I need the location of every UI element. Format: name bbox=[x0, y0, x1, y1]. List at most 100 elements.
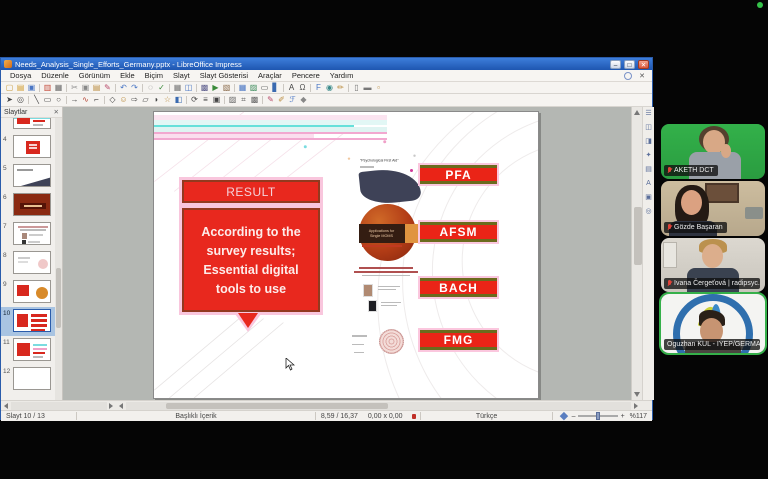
insert-line-icon[interactable]: ╲ bbox=[31, 95, 42, 105]
slide-thumbnail-4[interactable]: 4 bbox=[1, 133, 56, 162]
navigator-icon[interactable]: ◎ bbox=[645, 208, 651, 216]
insert-media-icon[interactable]: ▭ bbox=[259, 83, 270, 93]
maximize-button[interactable]: □ bbox=[624, 59, 635, 69]
participant-tile-oguzhan[interactable]: Oguzhan KUL - IYEP/GERMA... bbox=[659, 292, 767, 355]
slide-thumbnail-6[interactable]: 6 bbox=[1, 191, 56, 220]
insert-chart-icon[interactable]: ▋ bbox=[270, 83, 281, 93]
save-icon[interactable]: ▣ bbox=[26, 83, 37, 93]
insert-image-icon[interactable]: ▨ bbox=[248, 83, 259, 93]
basic-shapes-icon[interactable]: ◇ bbox=[107, 95, 118, 105]
animation-icon[interactable]: ✦ bbox=[646, 152, 652, 160]
special-character-icon[interactable]: Ω bbox=[297, 83, 308, 93]
curve-icon[interactable]: ∿ bbox=[80, 95, 91, 105]
slide-thumbnail-11[interactable]: 11 bbox=[1, 336, 56, 365]
menu-slayt[interactable]: Slayt bbox=[168, 71, 195, 80]
status-language[interactable]: Türkçe bbox=[421, 413, 552, 420]
slide-page[interactable]: RESULT According to the survey results; … bbox=[153, 111, 539, 399]
pfa-label-bar[interactable]: PFA bbox=[420, 165, 497, 184]
insert-table-icon[interactable]: ▦ bbox=[237, 83, 248, 93]
afsm-label-bar[interactable]: AFSM bbox=[420, 222, 497, 242]
sidebar-settings-icon[interactable]: ☰ bbox=[645, 110, 651, 118]
menu-yardım[interactable]: Yardım bbox=[325, 71, 359, 80]
arrange-icon[interactable]: ▣ bbox=[211, 95, 222, 105]
styles-icon[interactable]: A bbox=[646, 180, 651, 188]
help-icon[interactable] bbox=[624, 71, 633, 80]
canvas-scroll-left-icon[interactable] bbox=[119, 403, 123, 409]
shadow-icon[interactable]: ▨ bbox=[227, 95, 238, 105]
ellipse-icon[interactable]: ○ bbox=[53, 95, 64, 105]
properties-icon[interactable]: ◫ bbox=[645, 124, 652, 132]
block-arrows-icon[interactable]: ⇨ bbox=[129, 95, 140, 105]
slide-thumbnail-5[interactable]: 5 bbox=[1, 162, 56, 191]
undo-icon[interactable]: ↶ bbox=[118, 83, 129, 93]
rectangle-icon[interactable]: ▭ bbox=[42, 95, 53, 105]
select-icon[interactable]: ➤ bbox=[4, 95, 15, 105]
panel-hscroll-track[interactable] bbox=[11, 402, 107, 410]
filter-icon[interactable]: ▩ bbox=[249, 95, 260, 105]
crop-icon[interactable]: ⌗ bbox=[238, 95, 249, 105]
fontwork-icon[interactable]: F bbox=[313, 83, 324, 93]
paste-icon[interactable]: ▤ bbox=[91, 83, 102, 93]
participant-tile-gozde[interactable]: Gözde Başaran bbox=[661, 181, 765, 236]
start-slideshow-icon[interactable]: ▶ bbox=[210, 83, 221, 93]
menu-slayt-gösterisi[interactable]: Slayt Gösterisi bbox=[195, 71, 253, 80]
menu-pencere[interactable]: Pencere bbox=[287, 71, 325, 80]
slide-thumbnail-12[interactable]: 12 bbox=[1, 365, 56, 394]
canvas-scroll-right-icon[interactable] bbox=[634, 403, 638, 409]
slide-thumbnail-3[interactable]: 3 bbox=[1, 118, 56, 133]
zoom-out-button[interactable]: – bbox=[572, 413, 576, 420]
align-icon[interactable]: ≡ bbox=[200, 95, 211, 105]
headers-footers-icon[interactable]: ▬ bbox=[362, 83, 373, 93]
print-icon[interactable]: ▦ bbox=[53, 83, 64, 93]
3d-objects-icon[interactable]: ◧ bbox=[173, 95, 184, 105]
copy-icon[interactable]: ▣ bbox=[80, 83, 91, 93]
vertical-scrollbar[interactable] bbox=[631, 107, 642, 400]
cut-icon[interactable]: ✂ bbox=[69, 83, 80, 93]
zoom-slider[interactable] bbox=[578, 412, 618, 420]
zoom-slider-handle[interactable] bbox=[596, 412, 601, 420]
rotate-icon[interactable]: ⟳ bbox=[189, 95, 200, 105]
scroll-up-icon[interactable] bbox=[634, 110, 640, 115]
connector-icon[interactable]: ⌐ bbox=[91, 95, 102, 105]
slide-thumbnail-9[interactable]: 9 bbox=[1, 278, 56, 307]
window-titlebar[interactable]: Needs_Analysis_Single_Efforts_Germany.pp… bbox=[1, 58, 652, 70]
options-icon[interactable]: ▫ bbox=[373, 83, 384, 93]
vertical-scroll-thumb[interactable] bbox=[633, 207, 642, 265]
display-grid-icon[interactable]: ▦ bbox=[172, 83, 183, 93]
slide-panel-close-icon[interactable]: ✕ bbox=[54, 108, 59, 116]
menu-dosya[interactable]: Dosya bbox=[5, 71, 36, 80]
export-pdf-icon[interactable]: ▥ bbox=[42, 83, 53, 93]
gluepoints-icon[interactable]: ✐ bbox=[276, 95, 287, 105]
snap-lines-icon[interactable]: ▯ bbox=[351, 83, 362, 93]
edit-canvas[interactable]: RESULT According to the survey results; … bbox=[63, 107, 631, 400]
insert-textbox-icon[interactable]: A bbox=[286, 83, 297, 93]
participant-tile-aketh[interactable]: AKETH DCT bbox=[661, 124, 765, 179]
extrusion-icon[interactable]: ◆ bbox=[298, 95, 309, 105]
points-icon[interactable]: ✎ bbox=[265, 95, 276, 105]
canvas-hscroll-thumb[interactable] bbox=[166, 403, 388, 409]
menu-ekle[interactable]: Ekle bbox=[115, 71, 140, 80]
menu-görünüm[interactable]: Görünüm bbox=[74, 71, 115, 80]
clone-formatting-icon[interactable]: ✎ bbox=[102, 83, 113, 93]
panel-scroll-right-icon[interactable] bbox=[109, 403, 113, 409]
panel-scroll-left-icon[interactable] bbox=[4, 403, 8, 409]
flowchart-icon[interactable]: ▱ bbox=[140, 95, 151, 105]
minimize-button[interactable]: – bbox=[610, 59, 621, 69]
gallery-icon[interactable]: ▣ bbox=[645, 194, 652, 202]
menu-biçim[interactable]: Biçim bbox=[140, 71, 168, 80]
symbol-shapes-icon[interactable]: ☺ bbox=[118, 95, 129, 105]
summary-bubble[interactable]: According to the survey results; Essenti… bbox=[182, 208, 320, 312]
close-button[interactable]: ✕ bbox=[638, 59, 649, 69]
slide-thumbnail-8[interactable]: 8 bbox=[1, 249, 56, 278]
zoom-level[interactable]: %117 bbox=[625, 413, 652, 420]
view-modes-icon[interactable]: ◫ bbox=[183, 83, 194, 93]
master-slides-icon[interactable]: ▤ bbox=[645, 166, 652, 174]
fmg-label-bar[interactable]: FMG bbox=[420, 330, 497, 350]
show-draw-functions-icon[interactable]: ✏ bbox=[335, 83, 346, 93]
zoom-pan-icon[interactable]: ◎ bbox=[15, 95, 26, 105]
menu-düzenle[interactable]: Düzenle bbox=[36, 71, 74, 80]
new-document-icon[interactable]: ▢ bbox=[4, 83, 15, 93]
slide-thumbnail-10[interactable]: 10 bbox=[1, 307, 56, 336]
result-title-box[interactable]: RESULT bbox=[182, 180, 320, 203]
fontwork-gallery-icon[interactable]: ℱ bbox=[287, 95, 298, 105]
